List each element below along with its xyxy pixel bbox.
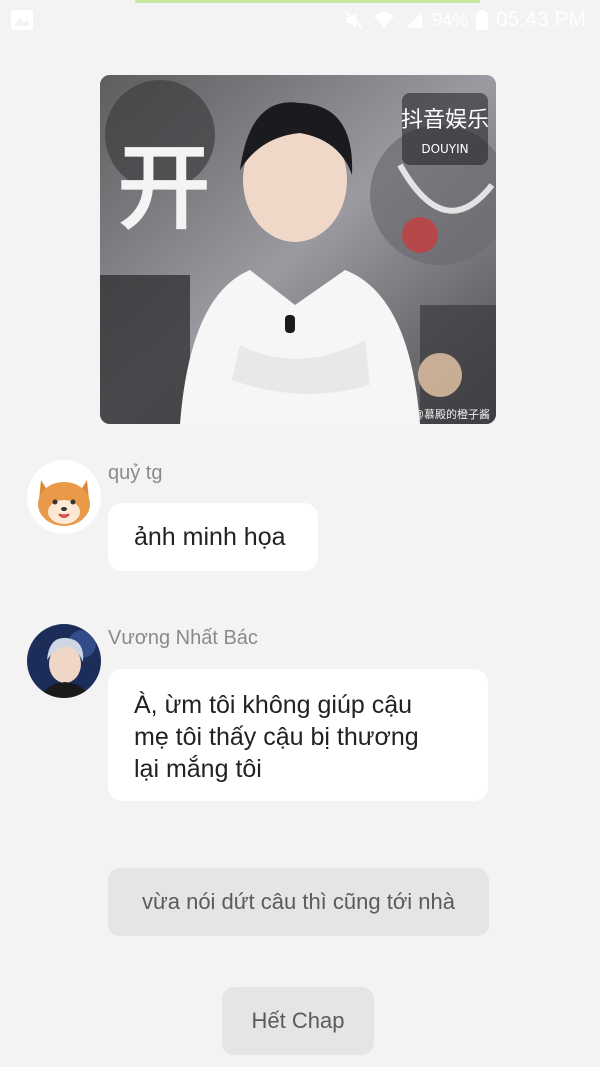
status-icons: 94% 05:43 PM <box>344 7 586 33</box>
sender-name: quỷ tg <box>108 462 163 484</box>
narration-text: vừa nói dứt câu thì cũng tới nhà <box>142 889 455 914</box>
clock: 05:43 PM <box>496 8 586 31</box>
end-chapter-text: Hết Chap <box>251 1008 345 1033</box>
battery-icon <box>476 10 489 30</box>
person-avatar <box>27 624 101 698</box>
end-chapter-label[interactable]: Hết Chap <box>222 987 374 1055</box>
gallery-icon <box>10 9 34 31</box>
shiba-dog-avatar <box>27 460 101 534</box>
message-bubble[interactable]: À, ừm tôi không giúp cậu mẹ tôi thấy cậu… <box>108 669 488 801</box>
battery-percent: 94% <box>432 9 469 30</box>
message-text: À, ừm tôi không giúp cậu mẹ tôi thấy cậu… <box>134 691 419 783</box>
chat-image[interactable]: 开 抖音娱乐 DOUYIN @慕殿的橙子酱 <box>100 75 496 424</box>
image-watermark: @慕殿的橙子酱 <box>412 409 490 421</box>
signal-icon <box>404 10 424 30</box>
message-bubble[interactable]: ảnh minh họa <box>108 503 318 571</box>
sender-name: Vương Nhất Bác <box>108 627 258 649</box>
avatar-person[interactable] <box>27 624 101 698</box>
narration-bubble: vừa nói dứt câu thì cũng tới nhà <box>108 868 489 936</box>
overlay-char: 开 <box>118 135 210 242</box>
message-text: ảnh minh họa <box>134 523 286 551</box>
logo-sub: DOUYIN <box>421 142 468 156</box>
progress-accent <box>135 0 480 3</box>
logo-text: 抖音娱乐 <box>401 108 489 133</box>
wifi-icon <box>372 10 396 30</box>
mute-icon <box>344 10 364 30</box>
status-bar: 94% 05:43 PM <box>0 0 600 40</box>
avatar-shiba[interactable] <box>27 460 101 534</box>
